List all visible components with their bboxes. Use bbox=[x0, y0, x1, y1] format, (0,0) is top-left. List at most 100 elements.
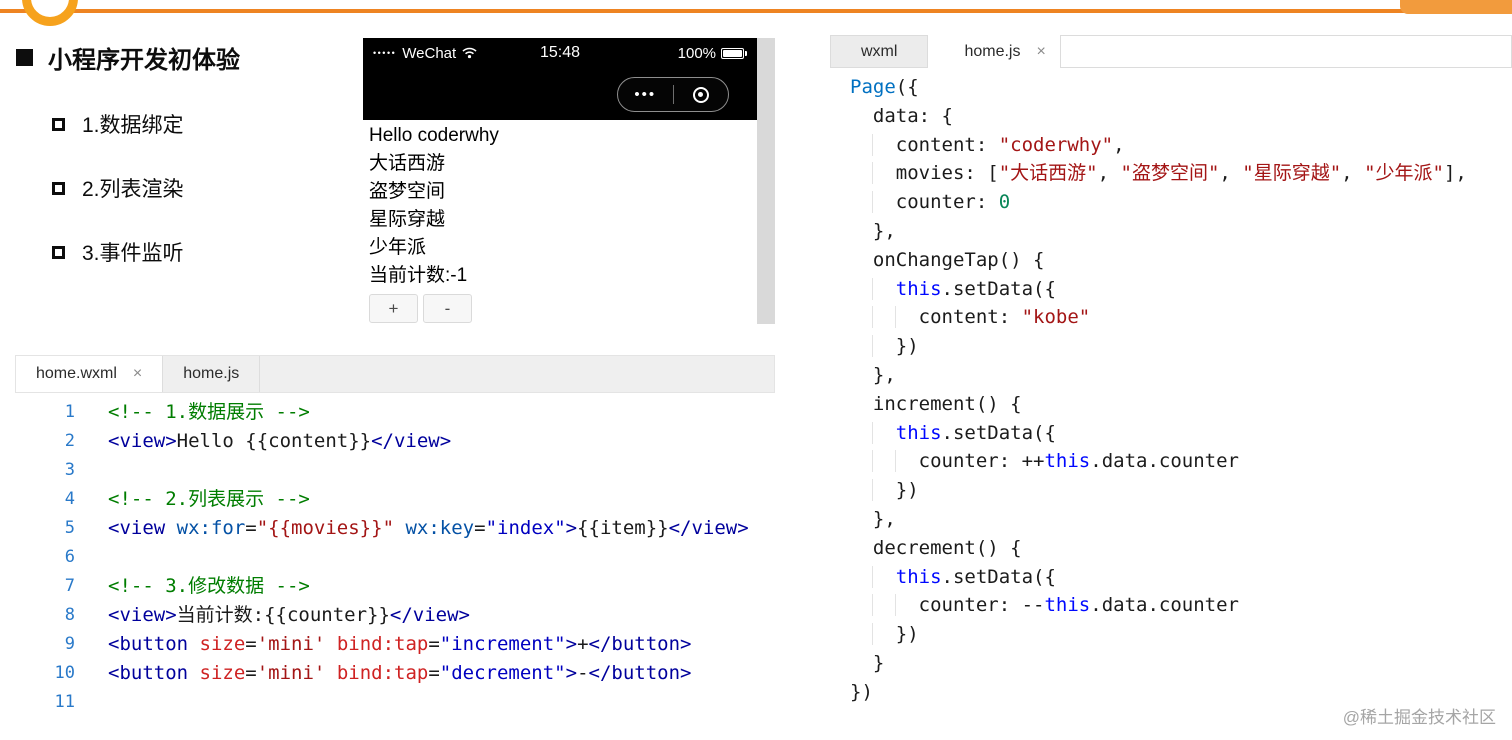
code-line: 6 bbox=[15, 543, 775, 572]
more-menu-button[interactable]: ••• bbox=[618, 78, 673, 111]
phone-preview: ••••• WeChat 15:48 100% ••• Hello coderw… bbox=[363, 38, 775, 324]
content-line: 盗梦空间 bbox=[369, 181, 446, 202]
tab-wxml[interactable]: wxml bbox=[830, 35, 929, 68]
exit-circle-icon bbox=[692, 86, 709, 103]
line-number: 7 bbox=[64, 576, 75, 596]
statusbar-left: ••••• WeChat bbox=[373, 45, 540, 62]
tab-home-js[interactable]: home.js × bbox=[942, 35, 1052, 68]
phone-navbar: ••• bbox=[363, 68, 757, 120]
code-line: }, bbox=[850, 505, 1512, 534]
close-icon[interactable]: × bbox=[133, 365, 142, 383]
phone-screen: ••••• WeChat 15:48 100% ••• Hello coderw… bbox=[363, 38, 757, 324]
code-line: movies: ["大话西游", "盗梦空间", "星际穿越", "少年派"], bbox=[850, 159, 1512, 188]
line-number: 6 bbox=[64, 547, 75, 567]
top-accent-bar bbox=[0, 9, 1512, 13]
code-line: 8 <view>当前计数:{{counter}}</view> bbox=[15, 601, 775, 630]
statusbar-right: 100% bbox=[580, 44, 748, 62]
page-title: 小程序开发初体验 bbox=[48, 47, 240, 74]
decrement-button[interactable]: - bbox=[423, 294, 472, 323]
code-line: content: "kobe" bbox=[850, 303, 1512, 332]
increment-button[interactable]: + bbox=[369, 294, 418, 323]
tab-home-js[interactable]: home.js bbox=[163, 356, 261, 392]
code-line: Page({ bbox=[850, 76, 919, 98]
code-line: this.setData({ bbox=[850, 275, 1512, 304]
exit-button[interactable] bbox=[674, 78, 729, 111]
tab-label: home.wxml bbox=[36, 365, 117, 382]
deco-ring-icon bbox=[22, 0, 78, 26]
line-number: 9 bbox=[64, 634, 75, 654]
code-line: increment() { bbox=[850, 390, 1512, 419]
more-dots-icon: ••• bbox=[634, 86, 657, 103]
code-line: 10 <button size='mini' bind:tap="decremen… bbox=[15, 659, 775, 688]
wxml-editor: home.wxml × home.js 1 <!-- 1.数据展示 --> 2 <vi… bbox=[15, 355, 775, 720]
code-line: counter: --this.data.counter bbox=[850, 591, 1512, 620]
outline-item-label: 2.列表渲染 bbox=[82, 178, 184, 201]
outline-item-label: 3.事件监听 bbox=[82, 242, 184, 265]
tabbar-empty-area bbox=[1059, 35, 1512, 68]
code-line: counter: ++this.data.counter bbox=[850, 447, 1512, 476]
content-line: 少年派 bbox=[369, 237, 427, 258]
outline-item-label: 1.数据绑定 bbox=[82, 114, 184, 137]
phone-scrollbar-strip[interactable] bbox=[757, 38, 775, 324]
line-number: 8 bbox=[64, 605, 75, 625]
code-line: } bbox=[850, 649, 1512, 678]
miniprogram-content: Hello coderwhy 大话西游 盗梦空间 星际穿越 少年派 当前计数:-… bbox=[363, 120, 757, 325]
tab-label: home.js bbox=[183, 365, 240, 382]
wxml-code-area[interactable]: 1 <!-- 1.数据展示 --> 2 <view>Hello {{content}}… bbox=[15, 393, 775, 717]
tab-label: home.js bbox=[964, 42, 1021, 60]
line-number: 4 bbox=[64, 489, 75, 509]
code-line: 3 bbox=[15, 456, 775, 485]
code-line: onChangeTap() { bbox=[850, 246, 1512, 275]
js-editor-tabbar: wxml home.js × bbox=[830, 35, 1512, 68]
phone-statusbar: ••••• WeChat 15:48 100% bbox=[363, 38, 757, 68]
wifi-icon bbox=[462, 47, 477, 59]
page-title-row: 小程序开发初体验 bbox=[16, 40, 240, 75]
code-line: 5 <view wx:for="{{movies}}" wx:key="index… bbox=[15, 514, 775, 543]
line-number: 5 bbox=[64, 518, 75, 538]
hollow-square-bullet-icon bbox=[52, 181, 65, 195]
code-line: }, bbox=[850, 217, 1512, 246]
line-number: 3 bbox=[64, 460, 75, 480]
watermark: @稀土掘金技术社区 bbox=[1342, 708, 1496, 727]
outline-item-list-render: 2.列表渲染 bbox=[52, 173, 240, 203]
outline-item-data-binding: 1.数据绑定 bbox=[52, 109, 240, 139]
code-line: 9 <button size='mini' bind:tap="increment… bbox=[15, 630, 775, 659]
battery-percent-label: 100% bbox=[677, 44, 717, 62]
line-number: 2 bbox=[64, 431, 75, 451]
tab-home-wxml[interactable]: home.wxml × bbox=[16, 356, 164, 392]
code-line: 1 <!-- 1.数据展示 --> bbox=[15, 398, 775, 427]
slide: 小程序开发初体验 1.数据绑定 2.列表渲染 3.事件监听 ••••• WeCh… bbox=[0, 0, 1512, 740]
line-number: 10 bbox=[54, 663, 75, 683]
outline-section: 小程序开发初体验 1.数据绑定 2.列表渲染 3.事件监听 bbox=[16, 40, 240, 267]
tab-label: wxml bbox=[861, 42, 898, 60]
wxml-editor-tabbar: home.wxml × home.js bbox=[15, 355, 775, 393]
code-line: }) bbox=[850, 476, 1512, 505]
content-line: 大话西游 bbox=[369, 153, 446, 174]
carrier-label: WeChat bbox=[402, 44, 457, 62]
code-line: 11 bbox=[15, 688, 775, 717]
outline-item-event-listen: 3.事件监听 bbox=[52, 237, 240, 267]
close-icon[interactable]: × bbox=[1036, 43, 1045, 61]
code-line: }) bbox=[850, 332, 1512, 361]
clock-label: 15:48 bbox=[539, 44, 581, 61]
counter-buttons-row: + - bbox=[369, 294, 751, 323]
deco-corner-shape bbox=[1400, 0, 1512, 14]
content-line: 星际穿越 bbox=[369, 209, 446, 230]
code-line: 4 <!-- 2.列表展示 --> bbox=[15, 485, 775, 514]
counter-line: 当前计数:-1 bbox=[369, 265, 468, 286]
code-line: 7 <!-- 3.修改数据 --> bbox=[15, 572, 775, 601]
capsule-menu: ••• bbox=[617, 77, 729, 112]
battery-icon bbox=[721, 47, 748, 59]
hollow-square-bullet-icon bbox=[52, 245, 65, 259]
line-number: 1 bbox=[64, 402, 75, 422]
code-line: data: { bbox=[850, 102, 1512, 131]
hollow-square-bullet-icon bbox=[52, 117, 65, 131]
code-line: }, bbox=[850, 361, 1512, 390]
js-code-area[interactable]: Page({ data: { content: "coderwhy", movi… bbox=[830, 68, 1512, 707]
code-line: 2 <view>Hello {{content}}</view> bbox=[15, 427, 775, 456]
code-line: this.setData({ bbox=[850, 563, 1512, 592]
code-line: }) bbox=[850, 620, 1512, 649]
code-line: this.setData({ bbox=[850, 419, 1512, 448]
js-editor: wxml home.js × Page({ data: { content: "… bbox=[830, 35, 1512, 735]
line-number: 11 bbox=[54, 692, 75, 712]
